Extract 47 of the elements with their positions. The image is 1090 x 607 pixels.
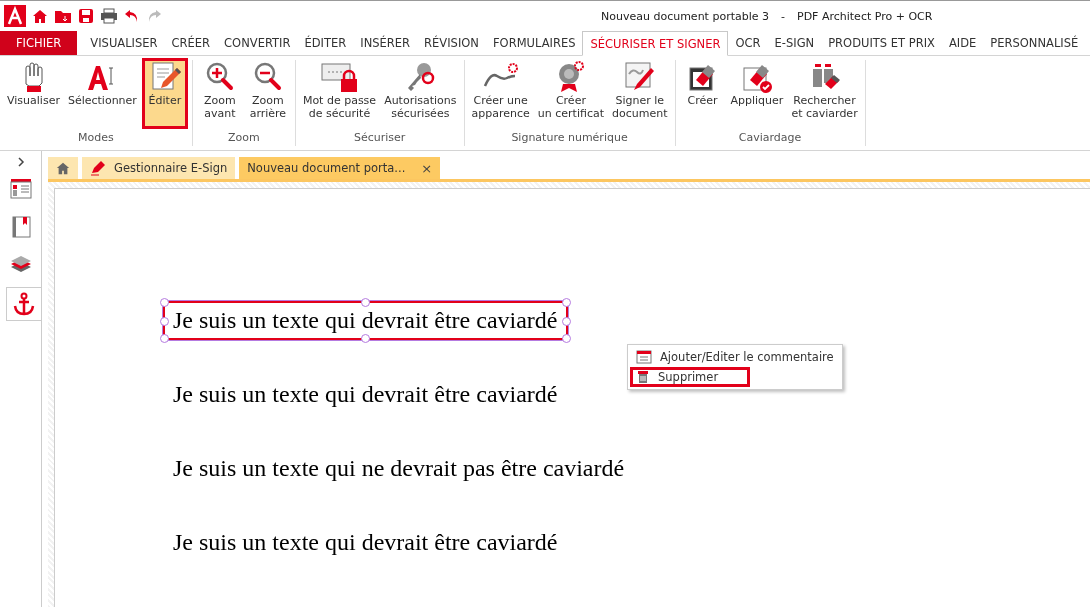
group-label: Modes: [77, 131, 115, 146]
anchor-icon: [12, 292, 36, 316]
document-title: Nouveau document portable 3: [601, 9, 769, 23]
title-separator: -: [781, 9, 785, 23]
ribbon-button[interactable]: Zoom arrière: [244, 58, 291, 129]
selected-redaction-text: Je suis un texte qui devrait être caviardé: [163, 301, 568, 340]
context-menu-item[interactable]: Ajouter/Editer le commentaire: [630, 347, 840, 367]
document-tab[interactable]: Gestionnaire E-Sign: [82, 157, 236, 179]
ribbon-button[interactable]: Mot de passe de sécurité: [299, 58, 380, 129]
group-label: Caviardage: [737, 131, 803, 146]
ribbon-button[interactable]: Sélectionner: [64, 58, 140, 129]
folder-icon: [54, 8, 72, 24]
document-text: Je suis un texte qui devrait être caviardé: [172, 528, 559, 557]
close-tab-button[interactable]: ×: [421, 160, 433, 176]
menu-tab[interactable]: SÉCURISER ET SIGNER: [582, 31, 729, 56]
document-text: Je suis un texte qui devrait être caviardé: [172, 380, 559, 409]
app-title: PDF Architect Pro + OCR: [797, 9, 933, 23]
ribbon-button[interactable]: Créer une apparence: [468, 58, 533, 129]
ribbon-button[interactable]: Créer un certificat: [534, 58, 607, 129]
ribbon-button[interactable]: Zoom avant: [196, 58, 243, 129]
group-label: Signature numérique: [510, 131, 629, 146]
document-tab[interactable]: Nouveau document porta... ×: [239, 157, 441, 179]
ribbon-button[interactable]: Créer: [679, 58, 726, 129]
expand-chevron-icon: [16, 157, 25, 167]
home-tab[interactable]: [48, 157, 78, 179]
group-label: Sécuriser: [353, 131, 407, 146]
ribbon-button[interactable]: Éditer: [141, 58, 188, 129]
save-icon: [78, 8, 94, 24]
home-icon: [56, 161, 70, 175]
context-menu-item[interactable]: Supprimer: [630, 367, 750, 387]
group-label: Zoom: [227, 131, 261, 146]
ribbon-button[interactable]: Signer le document: [609, 58, 671, 129]
app-logo-icon: [4, 5, 26, 27]
ribbon-button[interactable]: Rechercher et caviarder: [788, 58, 861, 129]
panel-icon: [8, 177, 33, 201]
pen-icon: [90, 160, 106, 176]
ribbon-button[interactable]: Appliquer: [727, 58, 787, 129]
trash-icon: [636, 370, 650, 384]
document-text: Je suis un texte qui ne devrait pas être caviardé: [172, 454, 626, 483]
password-lock-icon: [319, 60, 360, 94]
print-icon: [100, 8, 118, 24]
file-menu-tab[interactable]: FICHIER: [0, 31, 78, 55]
ribbon-button[interactable]: Visualiser: [4, 58, 63, 129]
home-icon: [32, 8, 48, 24]
sidebar-item[interactable]: [6, 287, 41, 321]
comment-icon: [636, 350, 652, 364]
ribbon-button[interactable]: Autorisations sécurisées: [381, 58, 460, 129]
